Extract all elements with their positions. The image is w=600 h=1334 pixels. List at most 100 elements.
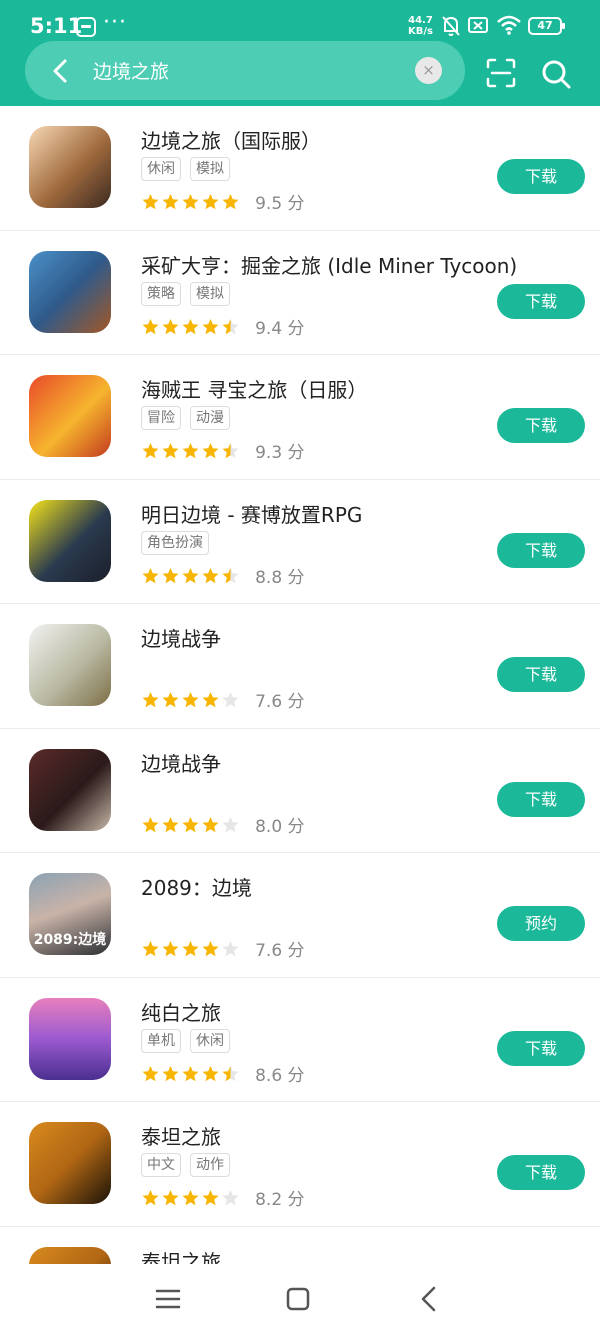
star-half-icon bbox=[222, 318, 239, 335]
app-name[interactable]: 边境战争 bbox=[141, 748, 221, 777]
top-bar: 5:11 ··· 44.7 KB/s 47 × bbox=[0, 0, 600, 106]
rating-stars bbox=[141, 441, 241, 461]
clear-search-button[interactable]: × bbox=[415, 57, 442, 84]
reserve-button[interactable]: 预约 bbox=[497, 906, 585, 941]
app-list-item[interactable]: 纯白之旅 单机 休闲 8.6 分 下载 bbox=[0, 978, 600, 1102]
search-results-list[interactable]: 边境之旅（国际服） 休闲 模拟 9.5 分 下载 采矿大亨：掘金之旅 (Idle … bbox=[0, 106, 600, 1264]
search-icon[interactable] bbox=[540, 58, 572, 90]
star-full-icon bbox=[162, 692, 179, 708]
app-list-item[interactable]: 明日边境 - 赛博放置RPG 角色扮演 8.8 分 下载 bbox=[0, 480, 600, 604]
rating-stars bbox=[141, 814, 241, 834]
network-speed: 44.7 KB/s bbox=[408, 15, 433, 37]
star-full-icon bbox=[202, 1190, 219, 1206]
app-name[interactable]: 海贼王 寻宝之旅（日服） bbox=[141, 374, 367, 403]
download-button[interactable]: 下载 bbox=[497, 1030, 585, 1066]
app-rating: 9.3 分 bbox=[141, 438, 305, 463]
rating-stars bbox=[141, 1188, 241, 1208]
idle-miner-icon[interactable] bbox=[29, 250, 111, 333]
search-input[interactable] bbox=[93, 54, 403, 86]
rating-score: 8.0 分 bbox=[255, 816, 305, 837]
app-tag: 模拟 bbox=[190, 281, 230, 306]
app-list-item[interactable]: 边境战争 7.6 分 下载 bbox=[0, 604, 600, 729]
status-time: 5:11 bbox=[30, 14, 83, 38]
app-name[interactable]: 明日边境 - 赛博放置RPG bbox=[141, 499, 362, 528]
white-journey-icon[interactable] bbox=[29, 997, 111, 1080]
star-full-icon bbox=[182, 1190, 199, 1206]
star-full-icon bbox=[202, 1065, 219, 1082]
download-button[interactable]: 下载 bbox=[497, 532, 585, 568]
download-button[interactable]: 下载 bbox=[497, 657, 585, 692]
app-notification-icon bbox=[76, 17, 96, 37]
app-list-item[interactable]: 泰坦之旅 中文 动作 8.2 分 下载 bbox=[0, 1102, 600, 1227]
2089-icon[interactable]: 2089:边境 bbox=[29, 873, 111, 955]
one-piece-icon[interactable] bbox=[29, 375, 111, 457]
app-rating: 9.4 分 bbox=[141, 314, 305, 339]
rating-stars bbox=[141, 192, 241, 212]
rating-stars bbox=[141, 939, 241, 959]
app-name[interactable]: 泰坦之旅 bbox=[141, 1121, 221, 1150]
app-name[interactable]: 泰坦之旅 bbox=[141, 1246, 221, 1265]
app-tag: 策略 bbox=[141, 281, 181, 306]
more-notifications-icon: ··· bbox=[103, 10, 127, 35]
star-full-icon bbox=[182, 816, 199, 833]
rating-score: 8.2 分 bbox=[255, 1190, 305, 1210]
app-list-item[interactable]: 泰坦之旅 bbox=[0, 1227, 600, 1265]
app-tag: 中文 bbox=[141, 1153, 181, 1177]
app-list-item[interactable]: 2089:边境 2089：边境 7.6 分 预约 bbox=[0, 853, 600, 978]
network-speed-value: 44.7 bbox=[408, 15, 433, 26]
star-full-icon bbox=[142, 1065, 159, 1082]
download-button[interactable]: 下载 bbox=[497, 1155, 585, 1190]
app-tag: 休闲 bbox=[190, 1028, 230, 1053]
app-tags: 策略 模拟 bbox=[141, 281, 239, 306]
star-full-icon bbox=[182, 692, 199, 708]
back-button[interactable] bbox=[41, 51, 81, 91]
star-full-icon bbox=[162, 1190, 179, 1206]
star-full-icon bbox=[142, 692, 159, 708]
battle-night-icon[interactable] bbox=[29, 499, 111, 582]
titan-quest-icon[interactable] bbox=[29, 1122, 111, 1204]
system-nav-bar bbox=[0, 1264, 600, 1334]
app-tag: 休闲 bbox=[141, 157, 181, 181]
app-list-item[interactable]: 采矿大亨：掘金之旅 (Idle Miner Tycoon) 策略 模拟 9.4 分… bbox=[0, 231, 600, 355]
scan-icon[interactable] bbox=[486, 58, 516, 88]
rating-score: 8.8 分 bbox=[255, 567, 305, 588]
app-tags: 中文 动作 bbox=[141, 1153, 239, 1177]
star-full-icon bbox=[162, 318, 179, 335]
app-list-item[interactable]: 边境之旅（国际服） 休闲 模拟 9.5 分 下载 bbox=[0, 106, 600, 231]
app-name[interactable]: 纯白之旅 bbox=[141, 997, 221, 1026]
app-rating: 7.6 分 bbox=[141, 687, 305, 712]
app-tags: 休闲 模拟 bbox=[141, 157, 239, 181]
download-button[interactable]: 下载 bbox=[497, 283, 585, 319]
blocky-soldier-icon[interactable] bbox=[29, 624, 111, 706]
menu-icon[interactable] bbox=[153, 1284, 183, 1314]
app-tags: 角色扮演 bbox=[141, 530, 218, 555]
star-full-icon bbox=[142, 816, 159, 833]
app-name[interactable]: 边境战争 bbox=[141, 623, 221, 652]
back-nav-icon[interactable] bbox=[414, 1284, 444, 1314]
download-button[interactable]: 下载 bbox=[497, 408, 585, 443]
app-tag: 动漫 bbox=[190, 406, 230, 430]
download-button[interactable]: 下载 bbox=[497, 159, 585, 194]
star-full-icon bbox=[202, 567, 219, 584]
star-full-icon bbox=[182, 941, 199, 957]
app-name[interactable]: 2089：边境 bbox=[141, 872, 252, 901]
home-icon[interactable] bbox=[283, 1284, 313, 1314]
star-empty-icon bbox=[222, 941, 239, 957]
titan-quest-icon[interactable] bbox=[29, 1246, 111, 1264]
dark-heroes-icon[interactable] bbox=[29, 748, 111, 831]
network-speed-unit: KB/s bbox=[408, 26, 433, 37]
app-list-item[interactable]: 边境战争 8.0 分 下载 bbox=[0, 729, 600, 853]
app-name[interactable]: 边境之旅（国际服） bbox=[141, 125, 321, 154]
rating-score: 9.4 分 bbox=[255, 318, 305, 339]
wifi-icon bbox=[497, 15, 521, 35]
download-button[interactable]: 下载 bbox=[497, 781, 585, 817]
star-full-icon bbox=[202, 941, 219, 957]
rating-score: 8.6 分 bbox=[255, 1065, 305, 1086]
rating-score: 9.5 分 bbox=[255, 194, 305, 214]
frontier-travel-icon[interactable] bbox=[29, 126, 111, 208]
app-list-item[interactable]: 海贼王 寻宝之旅（日服） 冒险 动漫 9.3 分 下载 bbox=[0, 355, 600, 480]
star-full-icon bbox=[142, 1190, 159, 1206]
star-full-icon bbox=[202, 318, 219, 335]
star-empty-icon bbox=[222, 816, 239, 833]
app-name[interactable]: 采矿大亨：掘金之旅 (Idle Miner Tycoon) bbox=[141, 250, 517, 279]
